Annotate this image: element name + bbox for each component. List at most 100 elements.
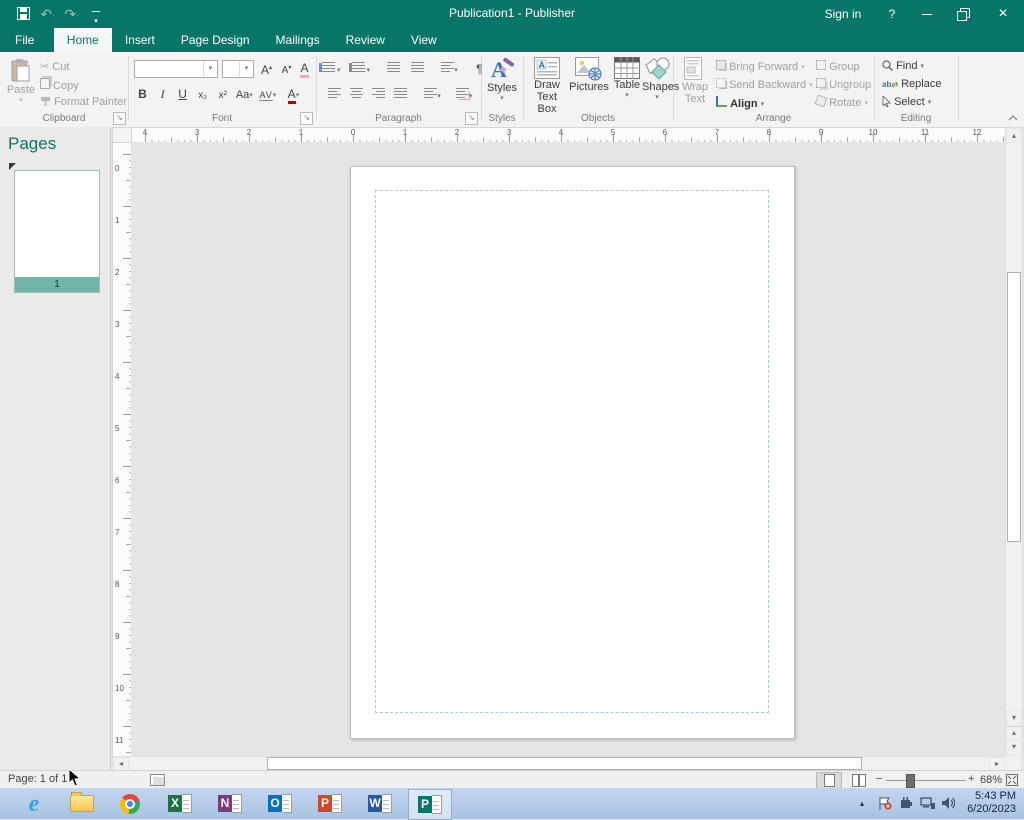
bring-forward-button[interactable]: Bring Forward ▾ (716, 60, 805, 73)
help-button[interactable]: ? (878, 0, 906, 28)
character-spacing-button[interactable]: AV▾ (257, 87, 279, 104)
zoom-slider-thumb[interactable] (906, 774, 915, 788)
increase-indent-button[interactable] (411, 62, 424, 73)
horizontal-scrollbar-thumb[interactable] (267, 757, 862, 770)
pages-panel-collapse-icon[interactable] (9, 163, 16, 170)
columns-button[interactable] (441, 62, 454, 73)
tab-file[interactable]: File (0, 28, 49, 52)
numbering-dropdown-icon[interactable]: ▾ (367, 67, 371, 74)
pictures-button[interactable]: Pictures (568, 57, 610, 115)
ungroup-button[interactable]: Ungroup (816, 78, 871, 91)
align-button[interactable]: Align ▾ (716, 96, 764, 110)
select-button[interactable]: Select ▾ (882, 96, 931, 108)
font-dialog-launcher[interactable]: ↘ (300, 112, 313, 125)
speaker-icon[interactable] (941, 796, 955, 810)
borders-button[interactable] (456, 88, 469, 99)
grow-font-button[interactable]: A▴ (258, 60, 275, 77)
line-spacing-dropdown-icon[interactable]: ▾ (437, 93, 441, 100)
bullets-dropdown-icon[interactable]: ▾ (337, 67, 341, 74)
vertical-ruler[interactable]: 01234567891011 (112, 142, 133, 757)
replace-button[interactable]: ab⇄ Replace (882, 78, 941, 90)
table-button[interactable]: Table ▾ (612, 57, 642, 115)
taskbar-internet-explorer-icon[interactable]: e (16, 789, 52, 818)
network-icon[interactable] (920, 797, 935, 810)
font-name-combobox[interactable]: ▾ (134, 60, 218, 78)
tab-home[interactable]: Home (54, 28, 112, 52)
copy-button[interactable]: Copy (40, 78, 79, 92)
numbering-button[interactable] (352, 62, 365, 73)
publication-page[interactable] (350, 166, 795, 739)
scroll-up-button[interactable]: ▴ (1006, 128, 1022, 143)
clear-formatting-button[interactable]: A (296, 60, 313, 77)
scroll-left-button[interactable]: ◂ (113, 757, 129, 771)
two-page-spread-button[interactable] (846, 772, 872, 789)
taskbar-powerpoint-icon[interactable]: P (312, 789, 348, 818)
align-left-button[interactable] (328, 88, 341, 99)
justify-button[interactable] (394, 88, 407, 99)
draw-text-box-button[interactable]: A Draw Text Box (527, 57, 567, 115)
zoom-level[interactable]: 68% (980, 774, 1002, 786)
next-page-button[interactable]: ▾ (1006, 740, 1022, 755)
previous-page-button[interactable]: ▴ (1006, 726, 1022, 741)
zoom-out-button[interactable]: − (876, 773, 882, 785)
borders-dropdown-icon[interactable]: ▾ (469, 93, 473, 100)
tab-mailings[interactable]: Mailings (263, 28, 333, 52)
underline-button[interactable]: U (174, 86, 191, 103)
format-painter-button[interactable]: Format Painter (40, 96, 127, 108)
taskbar-clock[interactable]: 5:43 PM 6/20/2023 (967, 790, 1016, 816)
single-page-view-button[interactable] (816, 772, 842, 789)
power-icon[interactable] (900, 797, 913, 810)
scroll-right-button[interactable]: ▸ (989, 757, 1005, 771)
font-size-dropdown-icon[interactable]: ▾ (239, 61, 253, 77)
superscript-button[interactable]: x² (214, 87, 231, 104)
taskbar-chrome-icon[interactable] (112, 789, 148, 818)
clipboard-dialog-launcher[interactable]: ↘ (113, 112, 126, 125)
bold-button[interactable]: B (134, 86, 151, 103)
vertical-scrollbar-thumb[interactable] (1007, 272, 1021, 542)
font-name-dropdown-icon[interactable]: ▾ (203, 61, 217, 77)
paragraph-dialog-launcher[interactable]: ↘ (465, 112, 478, 125)
tab-view[interactable]: View (398, 28, 450, 52)
zoom-in-button[interactable]: + (968, 773, 974, 785)
close-button[interactable]: × (986, 0, 1020, 28)
taskbar-publisher-icon[interactable]: P (408, 789, 452, 820)
align-right-button[interactable] (372, 88, 385, 99)
bullets-button[interactable] (322, 62, 335, 73)
page-indicator[interactable]: Page: 1 of 1 (8, 773, 67, 785)
shrink-font-button[interactable]: A▾ (278, 60, 295, 77)
document-canvas[interactable] (131, 142, 1005, 755)
find-button[interactable]: Find ▾ (882, 60, 924, 72)
minimize-button[interactable] (912, 0, 942, 28)
send-backward-button[interactable]: Send Backward ▾ (716, 78, 813, 91)
styles-button[interactable]: A Styles ▾ (484, 57, 520, 113)
taskbar-outlook-icon[interactable]: O (262, 789, 298, 818)
page-thumbnail[interactable]: 1 (14, 170, 100, 293)
rotate-button[interactable]: Rotate ▾ (816, 96, 868, 109)
align-center-button[interactable] (350, 88, 363, 99)
cut-button[interactable]: ✂ Cut (40, 60, 69, 73)
tab-review[interactable]: Review (333, 28, 398, 52)
line-spacing-button[interactable] (424, 88, 437, 99)
fit-to-window-button[interactable] (1006, 774, 1018, 786)
paste-button[interactable]: Paste ▾ (6, 58, 36, 114)
tab-insert[interactable]: Insert (112, 28, 168, 52)
restore-button[interactable] (948, 0, 978, 28)
change-case-button[interactable]: Aa▾ (234, 87, 254, 104)
font-size-combobox[interactable]: ▾ (222, 60, 254, 78)
zoom-slider-track[interactable] (886, 780, 966, 781)
object-position-indicator[interactable] (150, 774, 165, 786)
subscript-button[interactable]: x₂ (194, 87, 211, 104)
tab-page-design[interactable]: Page Design (168, 28, 263, 52)
taskbar-word-icon[interactable]: W (362, 789, 398, 818)
show-hidden-icons-button[interactable]: ▴ (860, 788, 864, 819)
action-center-flag-icon[interactable] (878, 797, 892, 810)
italic-button[interactable]: I (154, 86, 171, 103)
font-color-button[interactable]: A▾ (282, 86, 304, 103)
sign-in-button[interactable]: Sign in (818, 0, 868, 28)
collapse-ribbon-button[interactable] (1006, 112, 1020, 124)
taskbar-file-explorer-icon[interactable] (64, 789, 100, 818)
group-button[interactable]: Group (816, 60, 860, 73)
taskbar-excel-icon[interactable]: X (162, 789, 198, 818)
scroll-down-button[interactable]: ▾ (1006, 710, 1022, 725)
wrap-text-button[interactable]: Wrap Text (678, 57, 712, 115)
